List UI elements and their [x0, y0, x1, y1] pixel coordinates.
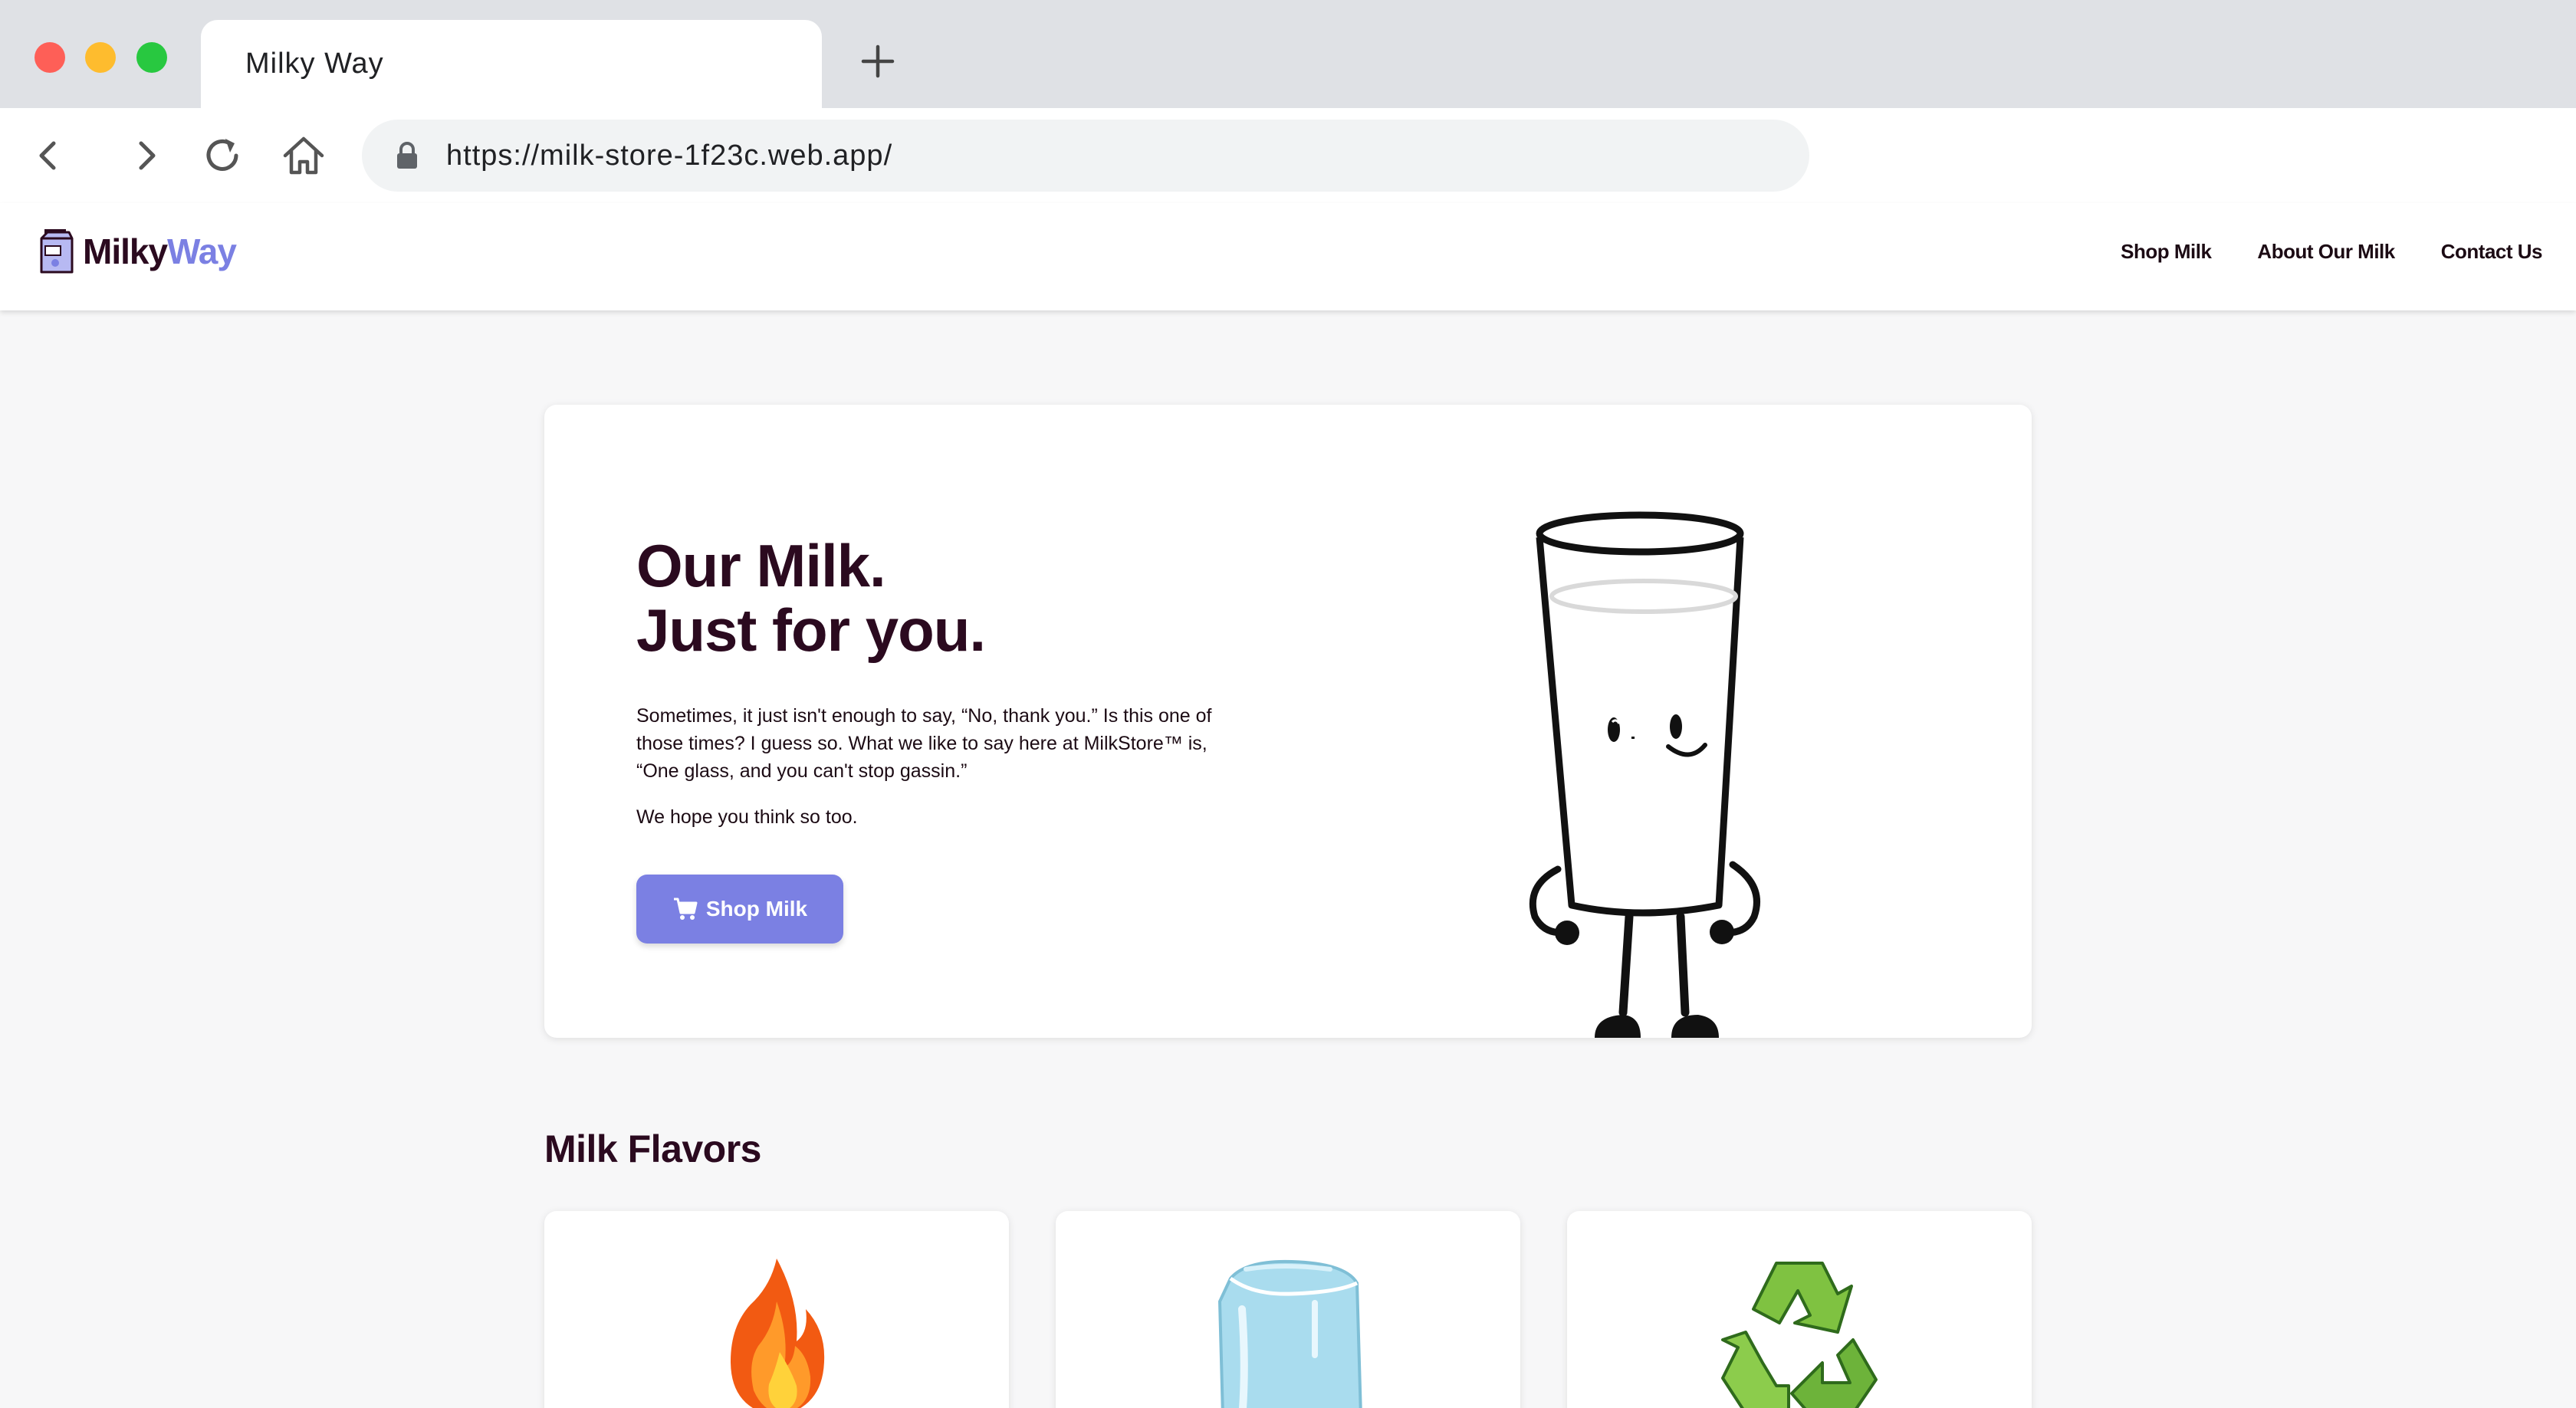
reload-icon[interactable] [198, 131, 247, 180]
lock-icon [397, 142, 417, 169]
shop-milk-button[interactable]: Shop Milk [636, 875, 843, 944]
nav-shop-milk[interactable]: Shop Milk [2121, 240, 2212, 264]
shop-milk-button-label: Shop Milk [705, 897, 808, 921]
hero-description: Sometimes, it just isn't enough to say, … [636, 702, 1219, 849]
nav-about-our-milk[interactable]: About Our Milk [2257, 240, 2395, 264]
hero-title-line2: Just for you. [636, 596, 986, 664]
nav-contact-us[interactable]: Contact Us [2441, 240, 2543, 264]
fire-icon [731, 1259, 825, 1408]
back-arrow-icon[interactable] [23, 131, 72, 180]
ice-cube-icon [1217, 1259, 1362, 1408]
hero-paragraph-2: We hope you think so too. [636, 806, 858, 828]
browser-toolbar: https://milk-store-1f23c.web.app/ [0, 108, 2576, 203]
home-icon[interactable] [279, 131, 328, 180]
recycle-icon [1721, 1262, 1878, 1408]
browser-tab-bar: Milky Way [0, 0, 2576, 108]
site-header: Milky Way Shop Milk About Our Milk Conta… [0, 203, 2576, 310]
site-logo[interactable]: Milky Way [37, 225, 237, 278]
milk-carton-icon [40, 229, 74, 274]
maximize-window-button[interactable] [136, 42, 167, 73]
hero-card: Our Milk. Just for you. Sometimes, it ju… [544, 405, 2032, 1038]
logo-text-milky: Milky [83, 231, 168, 271]
close-window-button[interactable] [34, 42, 65, 73]
flavor-card-ice[interactable] [1056, 1211, 1520, 1408]
forward-arrow-icon[interactable] [123, 131, 172, 180]
tab-title: Milky Way [245, 48, 384, 80]
url-text: https://milk-store-1f23c.web.app/ [446, 139, 893, 172]
minimize-window-button[interactable] [85, 42, 116, 73]
cart-icon [673, 898, 698, 920]
site-nav: Shop Milk About Our Milk Contact Us [2121, 240, 2542, 264]
hero-title-line1: Our Milk. [636, 532, 886, 599]
logo-text-way: Way [167, 231, 237, 271]
hero-title: Our Milk. Just for you. [636, 532, 986, 664]
new-tab-plus-icon[interactable] [857, 41, 899, 82]
milk-flavors-heading: Milk Flavors [544, 1127, 762, 1170]
hero-paragraph-1: Sometimes, it just isn't enough to say, … [636, 705, 1212, 782]
browser-tab[interactable]: Milky Way [201, 20, 822, 108]
address-bar[interactable]: https://milk-store-1f23c.web.app/ [362, 120, 1809, 192]
flavor-card-recycle[interactable] [1567, 1211, 2032, 1408]
milk-glass-mascot-illustration [1529, 511, 1760, 1038]
flavor-card-fire[interactable] [544, 1211, 1009, 1408]
